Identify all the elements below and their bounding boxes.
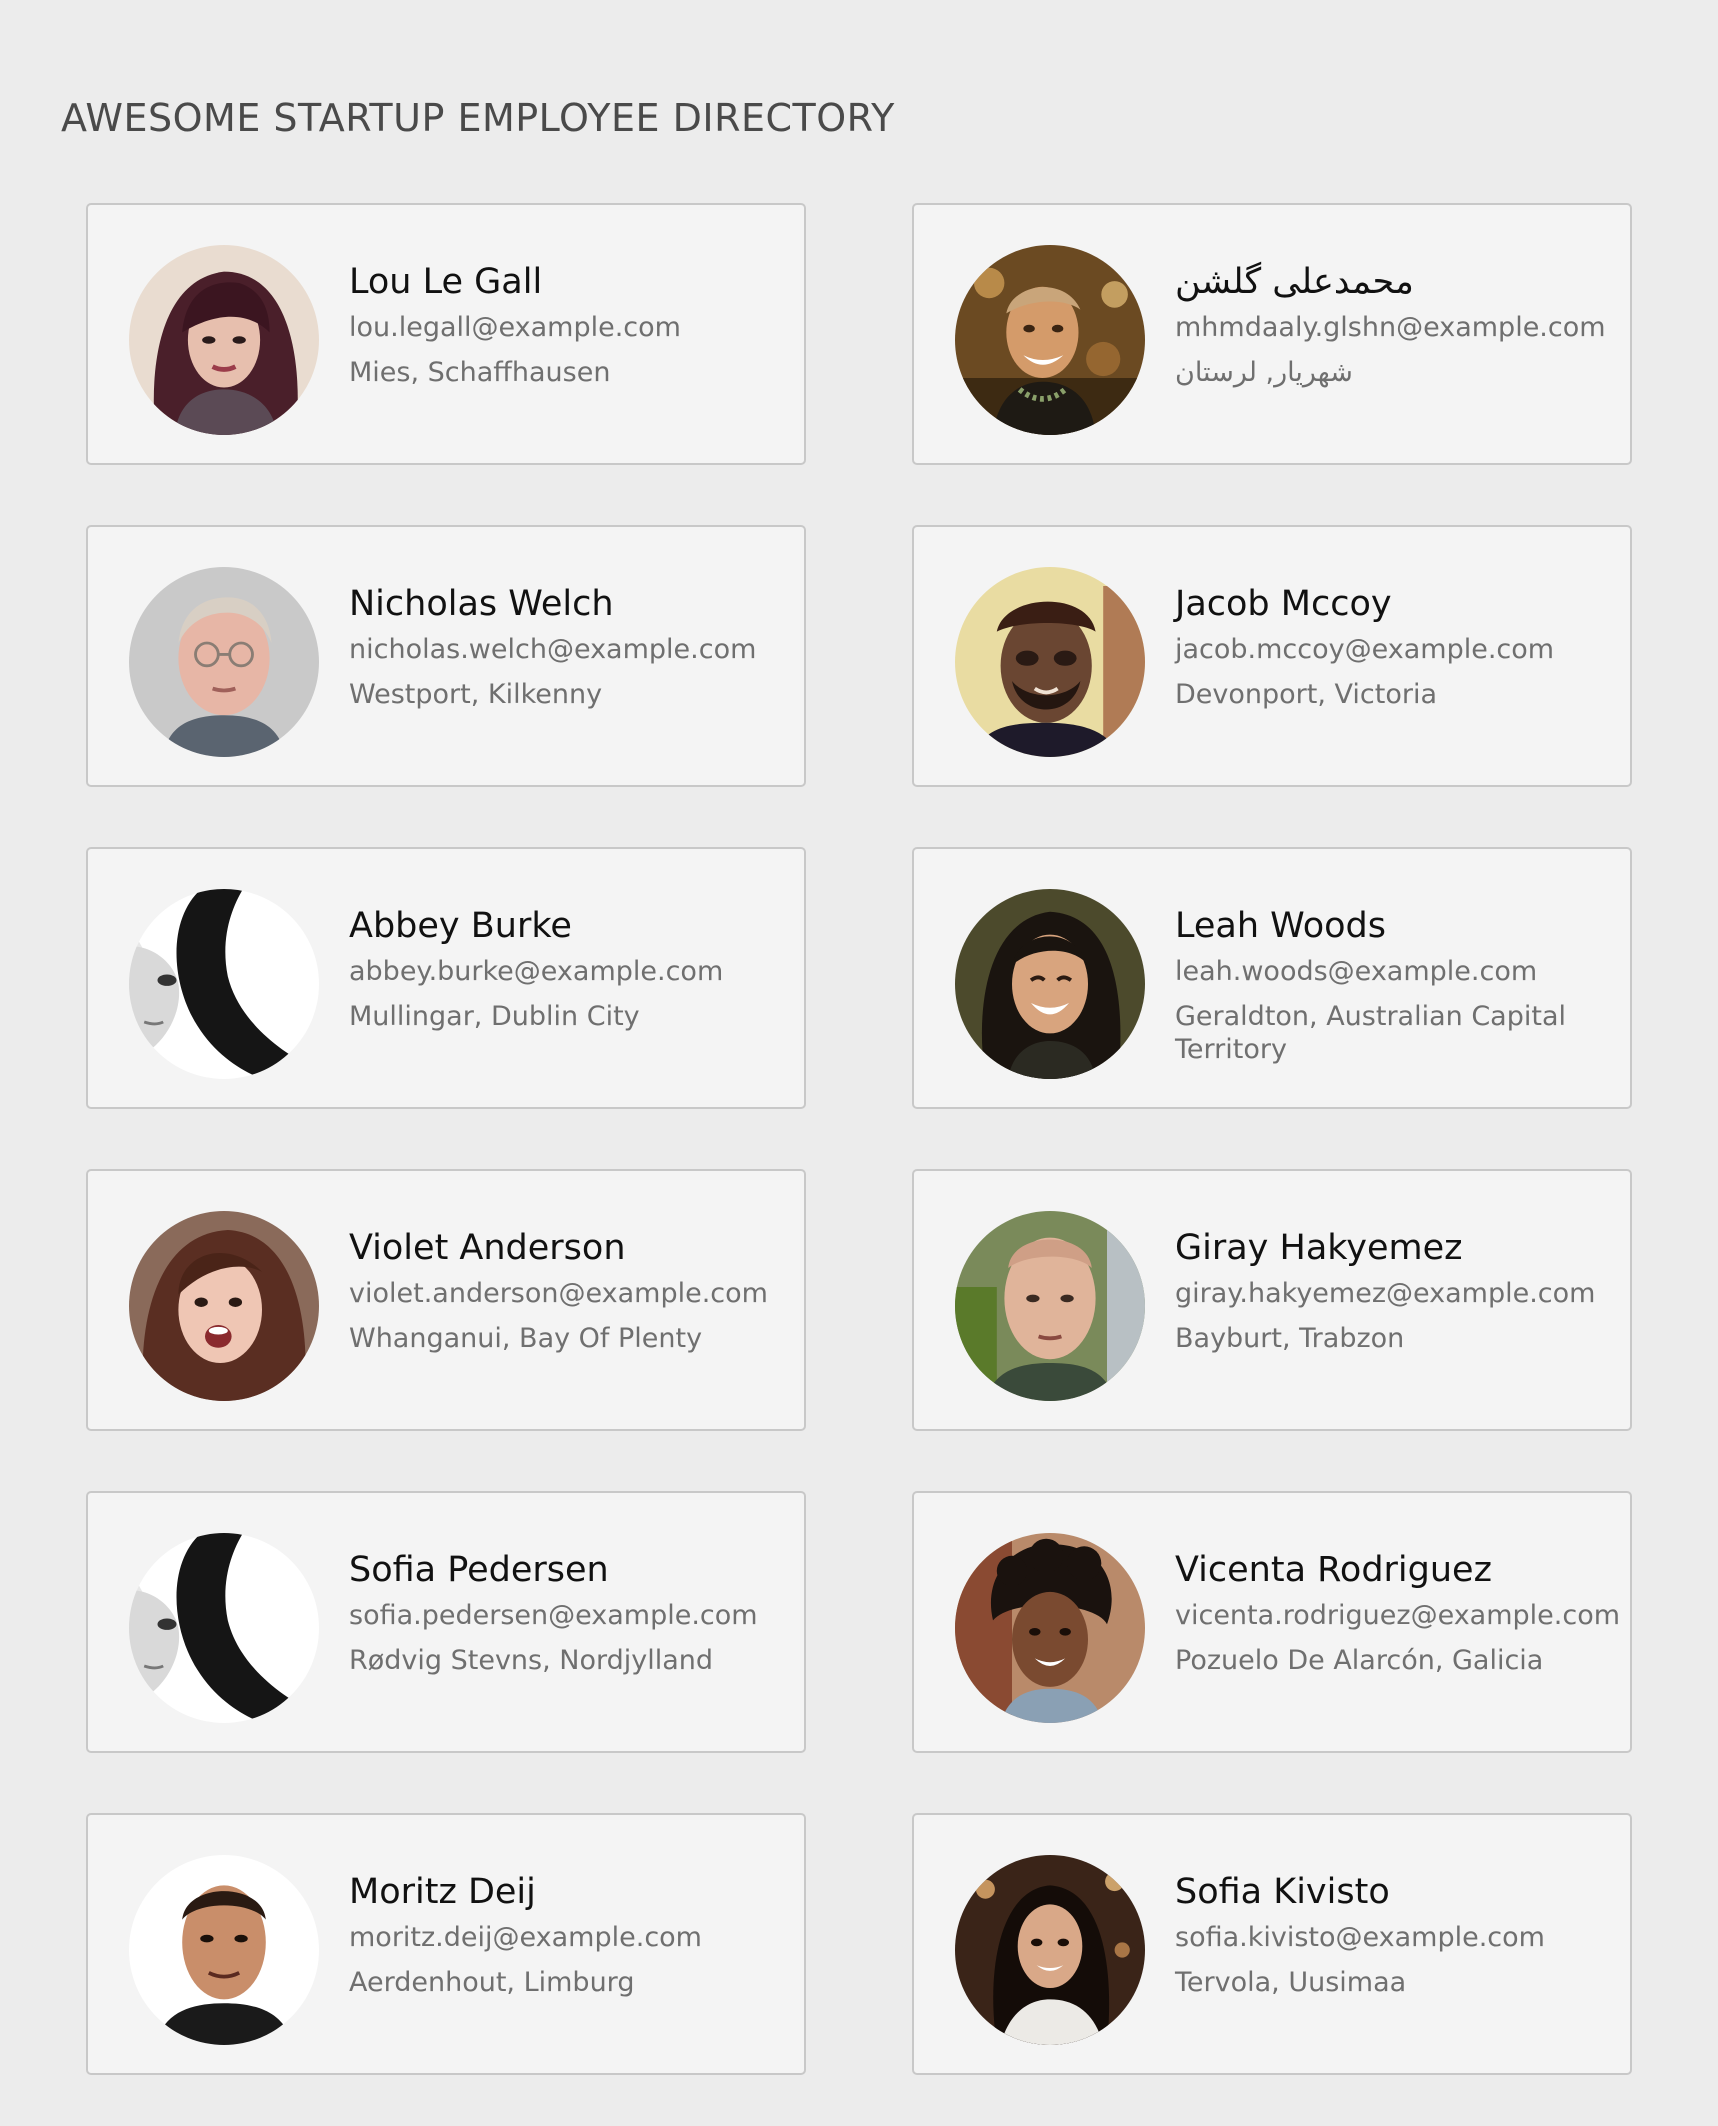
employee-name: Giray Hakyemez <box>1175 1228 1463 1268</box>
employee-name: Moritz Deij <box>349 1872 536 1912</box>
employee-location: Westport, Kilkenny <box>349 679 603 710</box>
avatar <box>955 1855 1145 2045</box>
employee-card[interactable]: Abbey Burke abbey.burke@example.com Mull… <box>86 847 806 1109</box>
employee-location: Rødvig Stevns, Nordjylland <box>349 1645 714 1676</box>
avatar <box>955 1533 1145 1723</box>
employee-card[interactable]: Moritz Deij moritz.deij@example.com Aerd… <box>86 1813 806 2075</box>
employee-email: violet.anderson@example.com <box>349 1278 768 1309</box>
avatar <box>129 1533 319 1723</box>
employee-card[interactable]: Sofia Pedersen sofia.pedersen@example.co… <box>86 1491 806 1753</box>
avatar <box>129 1211 319 1401</box>
employee-name: محمدعلی گلشن <box>1175 262 1414 302</box>
employee-card[interactable]: Vicenta Rodriguez vicenta.rodriguez@exam… <box>912 1491 1632 1753</box>
employee-name: Sofia Kivisto <box>1175 1872 1390 1912</box>
employee-email: jacob.mccoy@example.com <box>1175 634 1555 665</box>
employee-card[interactable]: Nicholas Welch nicholas.welch@example.co… <box>86 525 806 787</box>
avatar <box>955 889 1145 1079</box>
employee-name: Vicenta Rodriguez <box>1175 1550 1492 1590</box>
avatar-man-portrait-white-background-icon <box>129 1855 319 2045</box>
employee-location: Aerdenhout, Limburg <box>349 1967 635 1998</box>
employee-name: Violet Anderson <box>349 1228 626 1268</box>
employee-grid: Lou Le Gall lou.legall@example.com Mies,… <box>86 203 1632 2075</box>
employee-location: Tervola, Uusimaa <box>1175 1967 1407 1998</box>
avatar <box>129 1855 319 2045</box>
employee-location: شهریار, لرستان <box>1175 357 1353 388</box>
employee-card[interactable]: Jacob Mccoy jacob.mccoy@example.com Devo… <box>912 525 1632 787</box>
avatar-woman-dark-hair-lights-icon <box>955 1855 1145 2045</box>
employee-email: nicholas.welch@example.com <box>349 634 757 665</box>
avatar <box>955 567 1145 757</box>
employee-card[interactable]: Giray Hakyemez giray.hakyemez@example.co… <box>912 1169 1632 1431</box>
avatar-woman-surprised-icon <box>129 1211 319 1401</box>
avatar-woman-brown-hair-icon <box>129 245 319 435</box>
employee-email: lou.legall@example.com <box>349 312 681 343</box>
employee-location: Geraldton, Australian Capital Territory <box>1175 1001 1566 1065</box>
employee-email: leah.woods@example.com <box>1175 956 1538 987</box>
employee-email: giray.hakyemez@example.com <box>1175 1278 1596 1309</box>
avatar-woman-curly-hair-icon <box>955 1533 1145 1723</box>
employee-location: Bayburt, Trabzon <box>1175 1323 1405 1354</box>
avatar-woman-monochrome-profile-icon <box>129 889 319 1079</box>
avatar-man-beard-cap-icon <box>955 567 1145 757</box>
employee-email: sofia.kivisto@example.com <box>1175 1922 1545 1953</box>
employee-location: Mies, Schaffhausen <box>349 357 611 388</box>
employee-card[interactable]: Leah Woods leah.woods@example.com Gerald… <box>912 847 1632 1109</box>
avatar <box>129 245 319 435</box>
avatar <box>955 245 1145 435</box>
employee-location: Devonport, Victoria <box>1175 679 1437 710</box>
avatar <box>129 567 319 757</box>
employee-name: Leah Woods <box>1175 906 1387 946</box>
employee-email: sofia.pedersen@example.com <box>349 1600 758 1631</box>
employee-card[interactable]: Sofia Kivisto sofia.kivisto@example.com … <box>912 1813 1632 2075</box>
employee-name: Abbey Burke <box>349 906 572 946</box>
employee-name: Jacob Mccoy <box>1175 584 1392 624</box>
avatar-man-shaved-head-icon <box>955 1211 1145 1401</box>
employee-name: Nicholas Welch <box>349 584 614 624</box>
avatar-man-smiling-outdoors-icon <box>955 245 1145 435</box>
employee-location: Pozuelo De Alarcón, Galicia <box>1175 1645 1544 1676</box>
page-title: AWESOME STARTUP EMPLOYEE DIRECTORY <box>61 96 895 140</box>
employee-email: mhmdaaly.glshn@example.com <box>1175 312 1606 343</box>
employee-email: moritz.deij@example.com <box>349 1922 702 1953</box>
avatar <box>129 889 319 1079</box>
employee-card[interactable]: Lou Le Gall lou.legall@example.com Mies,… <box>86 203 806 465</box>
employee-name: Sofia Pedersen <box>349 1550 609 1590</box>
employee-card[interactable]: Violet Anderson violet.anderson@example.… <box>86 1169 806 1431</box>
employee-email: abbey.burke@example.com <box>349 956 724 987</box>
avatar-woman-smiling-dark-hair-icon <box>955 889 1145 1079</box>
employee-location: Whanganui, Bay Of Plenty <box>349 1323 703 1354</box>
employee-card[interactable]: محمدعلی گلشن mhmdaaly.glshn@example.com … <box>912 203 1632 465</box>
avatar-man-glasses-bald-icon <box>129 567 319 757</box>
employee-email: vicenta.rodriguez@example.com <box>1175 1600 1621 1631</box>
avatar <box>955 1211 1145 1401</box>
employee-name: Lou Le Gall <box>349 262 543 302</box>
employee-location: Mullingar, Dublin City <box>349 1001 640 1032</box>
avatar-woman-monochrome-profile-icon <box>129 1533 319 1723</box>
